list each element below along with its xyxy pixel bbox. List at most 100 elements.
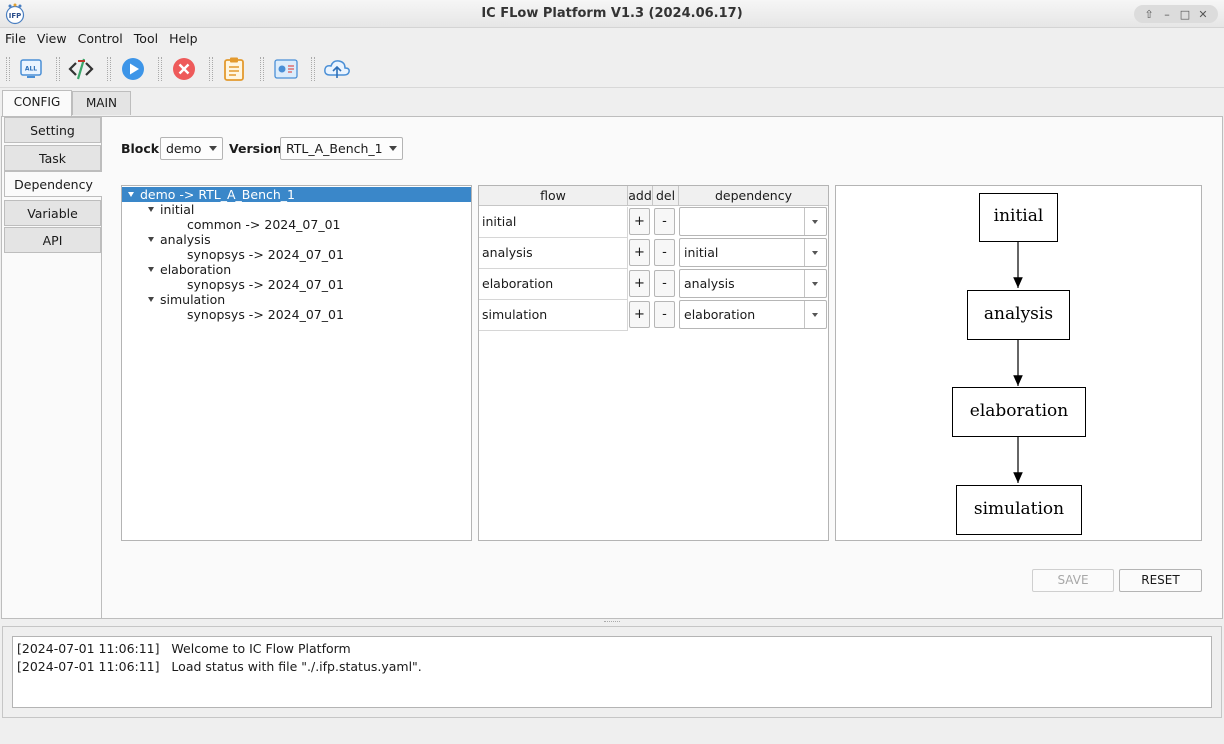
expand-arrow-icon[interactable] (148, 237, 154, 242)
menu-file[interactable]: File (0, 28, 32, 49)
graph-node-analysis: analysis (967, 290, 1070, 340)
column-header-add[interactable]: add (628, 186, 653, 206)
tab-config[interactable]: CONFIG (2, 90, 72, 116)
dependency-graph: initial analysis elaboration simulation (835, 185, 1202, 541)
expand-arrow-icon[interactable] (148, 207, 154, 212)
delete-button[interactable]: - (654, 239, 675, 266)
tree-subitem[interactable]: synopsys -> 2024_07_01 (122, 247, 344, 262)
column-header-del[interactable]: del (653, 186, 679, 206)
log-output[interactable]: [2024-07-01 11:06:11] Welcome to IC Flow… (12, 636, 1212, 708)
tree-root[interactable]: demo -> RTL_A_Bench_1 (122, 187, 471, 202)
menu-bar: File View Control Tool Help (0, 28, 1224, 49)
graph-node-elaboration: elaboration (952, 387, 1086, 437)
chevron-down-icon (389, 146, 397, 151)
splitter-handle[interactable] (604, 621, 620, 624)
expand-arrow-icon[interactable] (148, 297, 154, 302)
dependency-tree[interactable]: demo -> RTL_A_Bench_1 initial common -> … (121, 185, 472, 541)
side-tab-api[interactable]: API (4, 227, 101, 253)
toolbar-separator (209, 57, 213, 81)
toolbar-separator (311, 57, 315, 81)
tree-subitem[interactable]: common -> 2024_07_01 (122, 217, 341, 232)
toolbar-separator (107, 57, 111, 81)
menu-control[interactable]: Control (73, 28, 129, 49)
flow-cell[interactable]: simulation (479, 300, 628, 331)
cloud-upload-icon[interactable] (323, 55, 351, 83)
chevron-down-icon[interactable] (804, 301, 826, 328)
minimize-button[interactable]: – (1160, 8, 1174, 21)
tree-subitem[interactable]: synopsys -> 2024_07_01 (122, 277, 344, 292)
svg-text:ALL: ALL (25, 66, 37, 73)
delete-button[interactable]: - (654, 270, 675, 297)
dashboard-icon[interactable] (272, 55, 300, 83)
tree-item[interactable]: elaboration (122, 262, 231, 277)
column-header-dependency[interactable]: dependency (679, 186, 828, 206)
expand-arrow-icon[interactable] (128, 192, 134, 197)
tree-item-label: elaboration (160, 262, 232, 277)
side-tab-dependency[interactable]: Dependency (4, 171, 102, 197)
clipboard-icon[interactable] (220, 55, 248, 83)
toolbar-separator (6, 57, 10, 81)
dependency-select[interactable] (679, 207, 827, 236)
add-button[interactable]: + (629, 270, 650, 297)
tree-item-label: analysis (160, 232, 211, 247)
dependency-select[interactable]: elaboration (679, 300, 827, 329)
tree-subitem[interactable]: synopsys -> 2024_07_01 (122, 307, 344, 322)
tree-root-label: demo -> RTL_A_Bench_1 (140, 187, 295, 202)
chevron-down-icon (209, 146, 217, 151)
reset-button[interactable]: RESET (1119, 569, 1202, 592)
chevron-down-icon[interactable] (804, 239, 826, 266)
flow-cell[interactable]: elaboration (479, 269, 628, 300)
tab-main[interactable]: MAIN (72, 91, 131, 115)
add-button[interactable]: + (629, 301, 650, 328)
chevron-down-icon[interactable] (804, 270, 826, 297)
block-select[interactable]: demo (160, 137, 223, 160)
version-select[interactable]: RTL_A_Bench_1 (280, 137, 403, 160)
dependency-value: elaboration (684, 307, 756, 322)
tree-item[interactable]: initial (122, 202, 194, 217)
keep-above-button[interactable]: ⇧ (1142, 8, 1156, 21)
block-select-value: demo (166, 141, 202, 156)
add-button[interactable]: + (629, 208, 650, 235)
dependency-select[interactable]: initial (679, 238, 827, 267)
toolbar-separator (260, 57, 264, 81)
tree-item[interactable]: analysis (122, 232, 211, 247)
flow-table: flow add del dependency initial + - anal… (478, 185, 829, 541)
code-icon[interactable] (67, 55, 95, 83)
add-button[interactable]: + (629, 239, 650, 266)
side-tab-setting[interactable]: Setting (4, 117, 101, 143)
version-label: Version (229, 141, 282, 156)
flow-cell[interactable]: initial (479, 207, 628, 238)
tree-item-label: simulation (160, 292, 226, 307)
all-icon[interactable]: ALL (17, 55, 45, 83)
flow-cell[interactable]: analysis (479, 238, 628, 269)
dependency-value: initial (684, 245, 719, 260)
toolbar-separator (158, 57, 162, 81)
status-bar (0, 720, 1224, 744)
side-tab-variable[interactable]: Variable (4, 200, 101, 226)
graph-node-initial: initial (979, 193, 1058, 242)
tree-item[interactable]: simulation (122, 292, 225, 307)
graph-node-simulation: simulation (956, 485, 1082, 535)
toolbar-separator (56, 57, 60, 81)
window-controls: ⇧ – □ ✕ (1134, 5, 1218, 23)
delete-button[interactable]: - (654, 301, 675, 328)
expand-arrow-icon[interactable] (148, 267, 154, 272)
stop-icon[interactable] (170, 55, 198, 83)
delete-button[interactable]: - (654, 208, 675, 235)
tree-item-label: initial (160, 202, 195, 217)
side-tab-task[interactable]: Task (4, 145, 101, 171)
save-button[interactable]: SAVE (1032, 569, 1114, 592)
chevron-down-icon[interactable] (804, 208, 826, 235)
maximize-button[interactable]: □ (1178, 8, 1192, 21)
dependency-select[interactable]: analysis (679, 269, 827, 298)
block-label: Block (121, 141, 160, 156)
menu-tool[interactable]: Tool (129, 28, 164, 49)
version-select-value: RTL_A_Bench_1 (286, 141, 383, 156)
dependency-value: analysis (684, 276, 735, 291)
close-button[interactable]: ✕ (1196, 8, 1210, 21)
window-title: IC FLow Platform V1.3 (2024.06.17) (481, 6, 743, 21)
menu-help[interactable]: Help (164, 28, 204, 49)
column-header-flow[interactable]: flow (479, 186, 628, 206)
play-icon[interactable] (119, 55, 147, 83)
menu-view[interactable]: View (32, 28, 73, 49)
